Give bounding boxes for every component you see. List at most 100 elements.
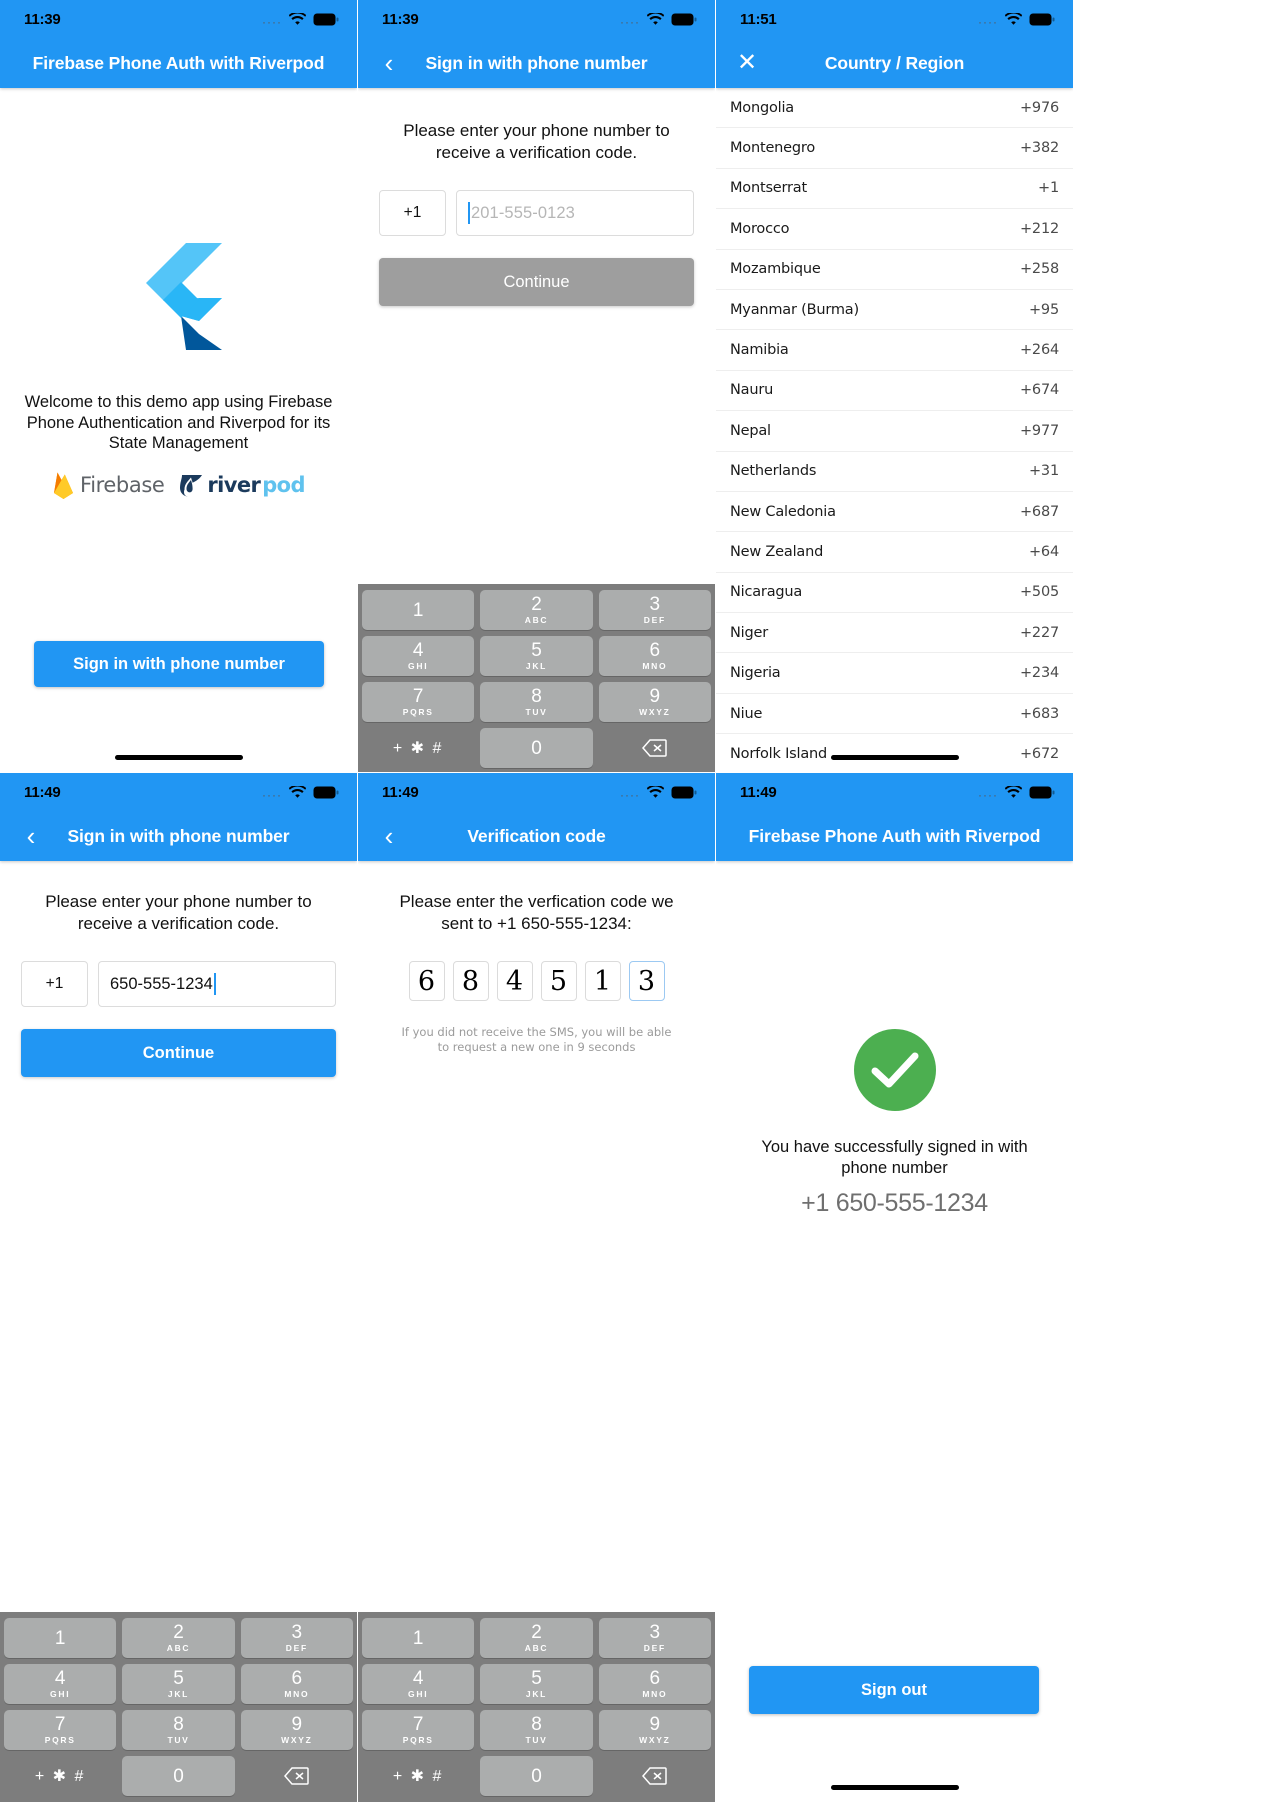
key-7[interactable]: 7 PQRS bbox=[362, 1710, 475, 1750]
phone-entry-body: Please enter your phone number to receiv… bbox=[358, 120, 715, 772]
sign-out-button[interactable]: Sign out bbox=[749, 1666, 1039, 1714]
back-button[interactable]: ‹ bbox=[14, 819, 48, 853]
status-bar: 11:39 ···· bbox=[0, 0, 357, 38]
wifi-icon bbox=[289, 785, 306, 799]
key-4[interactable]: 4 GHI bbox=[362, 1664, 475, 1704]
country-dial-code: +976 bbox=[1019, 99, 1059, 116]
country-row[interactable]: Namibia +264 bbox=[716, 330, 1073, 371]
keypad-row: + ✱ # 0 bbox=[362, 1756, 711, 1796]
key-5[interactable]: 5 JKL bbox=[122, 1664, 235, 1704]
backspace-icon[interactable] bbox=[599, 1756, 711, 1796]
riverpod-label-dark: river bbox=[207, 472, 261, 497]
country-name: Morocco bbox=[730, 220, 790, 237]
phone-number-input[interactable]: 201-555-0123 bbox=[456, 190, 694, 236]
country-row[interactable]: Nauru +674 bbox=[716, 371, 1073, 412]
country-row[interactable]: Myanmar (Burma) +95 bbox=[716, 290, 1073, 331]
otp-digit-box[interactable]: 1 bbox=[584, 961, 621, 1001]
country-row[interactable]: Mongolia +976 bbox=[716, 88, 1073, 129]
close-button[interactable]: ✕ bbox=[730, 46, 764, 80]
app-bar: 11:51 ···· ✕ Country / Region bbox=[716, 0, 1073, 88]
key-number: 8 bbox=[531, 686, 542, 707]
key-symbols[interactable]: + ✱ # bbox=[4, 1756, 116, 1796]
key-5[interactable]: 5 JKL bbox=[480, 1664, 593, 1704]
key-0[interactable]: 0 bbox=[480, 728, 593, 768]
country-row[interactable]: New Zealand +64 bbox=[716, 532, 1073, 573]
country-row[interactable]: Niger +227 bbox=[716, 613, 1073, 654]
key-letters: TUV bbox=[167, 1735, 190, 1745]
backspace-icon[interactable] bbox=[241, 1756, 353, 1796]
key-4[interactable]: 4 GHI bbox=[4, 1664, 117, 1704]
key-number: 5 bbox=[531, 1668, 542, 1689]
key-2[interactable]: 2 ABC bbox=[480, 1618, 593, 1658]
back-button[interactable]: ‹ bbox=[372, 819, 406, 853]
key-symbols[interactable]: + ✱ # bbox=[362, 728, 474, 768]
country-code-selector[interactable]: +1 bbox=[21, 961, 88, 1007]
country-name: Namibia bbox=[730, 342, 789, 359]
key-4[interactable]: 4 GHI bbox=[362, 636, 475, 676]
status-icons: ···· bbox=[262, 785, 339, 802]
country-name: Montserrat bbox=[730, 180, 807, 197]
country-row[interactable]: Montserrat +1 bbox=[716, 169, 1073, 210]
key-symbols[interactable]: + ✱ # bbox=[362, 1756, 474, 1796]
continue-button[interactable]: Continue bbox=[379, 258, 694, 306]
key-3[interactable]: 3 DEF bbox=[598, 590, 711, 630]
country-row[interactable]: Morocco +212 bbox=[716, 209, 1073, 250]
status-icons: ···· bbox=[262, 12, 339, 29]
key-8[interactable]: 8 TUV bbox=[122, 1710, 235, 1750]
key-7[interactable]: 7 PQRS bbox=[4, 1710, 117, 1750]
otp-digit-box[interactable]: 8 bbox=[452, 961, 489, 1001]
key-8[interactable]: 8 TUV bbox=[480, 682, 593, 722]
country-list[interactable]: Mongolia +976 Montenegro +382 Montserrat +1 Mo… bbox=[716, 88, 1073, 772]
back-button[interactable]: ‹ bbox=[372, 46, 406, 80]
country-row[interactable]: Nigeria +234 bbox=[716, 653, 1073, 694]
country-row[interactable]: Netherlands +31 bbox=[716, 452, 1073, 492]
otp-digit-box[interactable]: 6 bbox=[408, 961, 445, 1001]
app-bar: 11:49 ···· ‹ Sign in with phone number bbox=[0, 773, 357, 861]
key-2[interactable]: 2 ABC bbox=[122, 1618, 235, 1658]
country-row[interactable]: Norfolk Island +672 bbox=[716, 734, 1073, 772]
country-row[interactable]: Mozambique +258 bbox=[716, 250, 1073, 290]
key-5[interactable]: 5 JKL bbox=[480, 636, 593, 676]
continue-button[interactable]: Continue bbox=[21, 1029, 336, 1077]
key-8[interactable]: 8 TUV bbox=[480, 1710, 593, 1750]
key-1[interactable]: 1 bbox=[362, 590, 475, 630]
status-icons: ···· bbox=[978, 785, 1055, 802]
country-name: Netherlands bbox=[730, 463, 817, 480]
key-2[interactable]: 2 ABC bbox=[480, 590, 593, 630]
key-7[interactable]: 7 PQRS bbox=[362, 682, 475, 722]
app-bar-row: ‹ Verification code bbox=[358, 811, 715, 861]
key-3[interactable]: 3 DEF bbox=[598, 1618, 711, 1658]
flutter-logo-icon bbox=[145, 243, 222, 350]
key-9[interactable]: 9 WXYZ bbox=[598, 682, 711, 722]
otp-digit-box[interactable]: 4 bbox=[496, 961, 533, 1001]
key-0[interactable]: 0 bbox=[122, 1756, 235, 1796]
key-number: 9 bbox=[291, 1714, 303, 1735]
key-letters: JKL bbox=[525, 661, 548, 671]
verification-prompt-text: Please enter the verfication code we sen… bbox=[399, 892, 674, 933]
country-row[interactable]: Nepal +977 bbox=[716, 411, 1073, 452]
country-row[interactable]: Montenegro +382 bbox=[716, 128, 1073, 169]
country-row[interactable]: Nicaragua +505 bbox=[716, 573, 1073, 614]
country-row[interactable]: Niue +683 bbox=[716, 694, 1073, 735]
otp-digit-box[interactable]: 5 bbox=[540, 961, 577, 1001]
key-1[interactable]: 1 bbox=[4, 1618, 117, 1658]
otp-input-row[interactable]: 684513 bbox=[358, 961, 715, 1001]
key-1[interactable]: 1 bbox=[362, 1618, 475, 1658]
country-dial-code: +234 bbox=[1019, 665, 1059, 682]
country-code-selector[interactable]: +1 bbox=[379, 190, 446, 236]
backspace-icon[interactable] bbox=[599, 728, 711, 768]
country-row[interactable]: New Caledonia +687 bbox=[716, 492, 1073, 533]
key-6[interactable]: 6 MNO bbox=[598, 1664, 711, 1704]
key-9[interactable]: 9 WXYZ bbox=[598, 1710, 711, 1750]
key-number: 6 bbox=[649, 1668, 661, 1689]
key-3[interactable]: 3 DEF bbox=[240, 1618, 353, 1658]
key-number: 4 bbox=[412, 640, 424, 661]
otp-digit-box[interactable]: 3 bbox=[628, 961, 665, 1001]
key-9[interactable]: 9 WXYZ bbox=[240, 1710, 353, 1750]
screen-signed-in-success: 11:49 ···· Firebase Phone Auth with Rive… bbox=[716, 773, 1073, 1802]
key-6[interactable]: 6 MNO bbox=[240, 1664, 353, 1704]
key-6[interactable]: 6 MNO bbox=[598, 636, 711, 676]
phone-number-input[interactable]: 650-555-1234 bbox=[98, 961, 336, 1007]
key-0[interactable]: 0 bbox=[480, 1756, 593, 1796]
sign-in-with-phone-button[interactable]: Sign in with phone number bbox=[34, 641, 324, 687]
